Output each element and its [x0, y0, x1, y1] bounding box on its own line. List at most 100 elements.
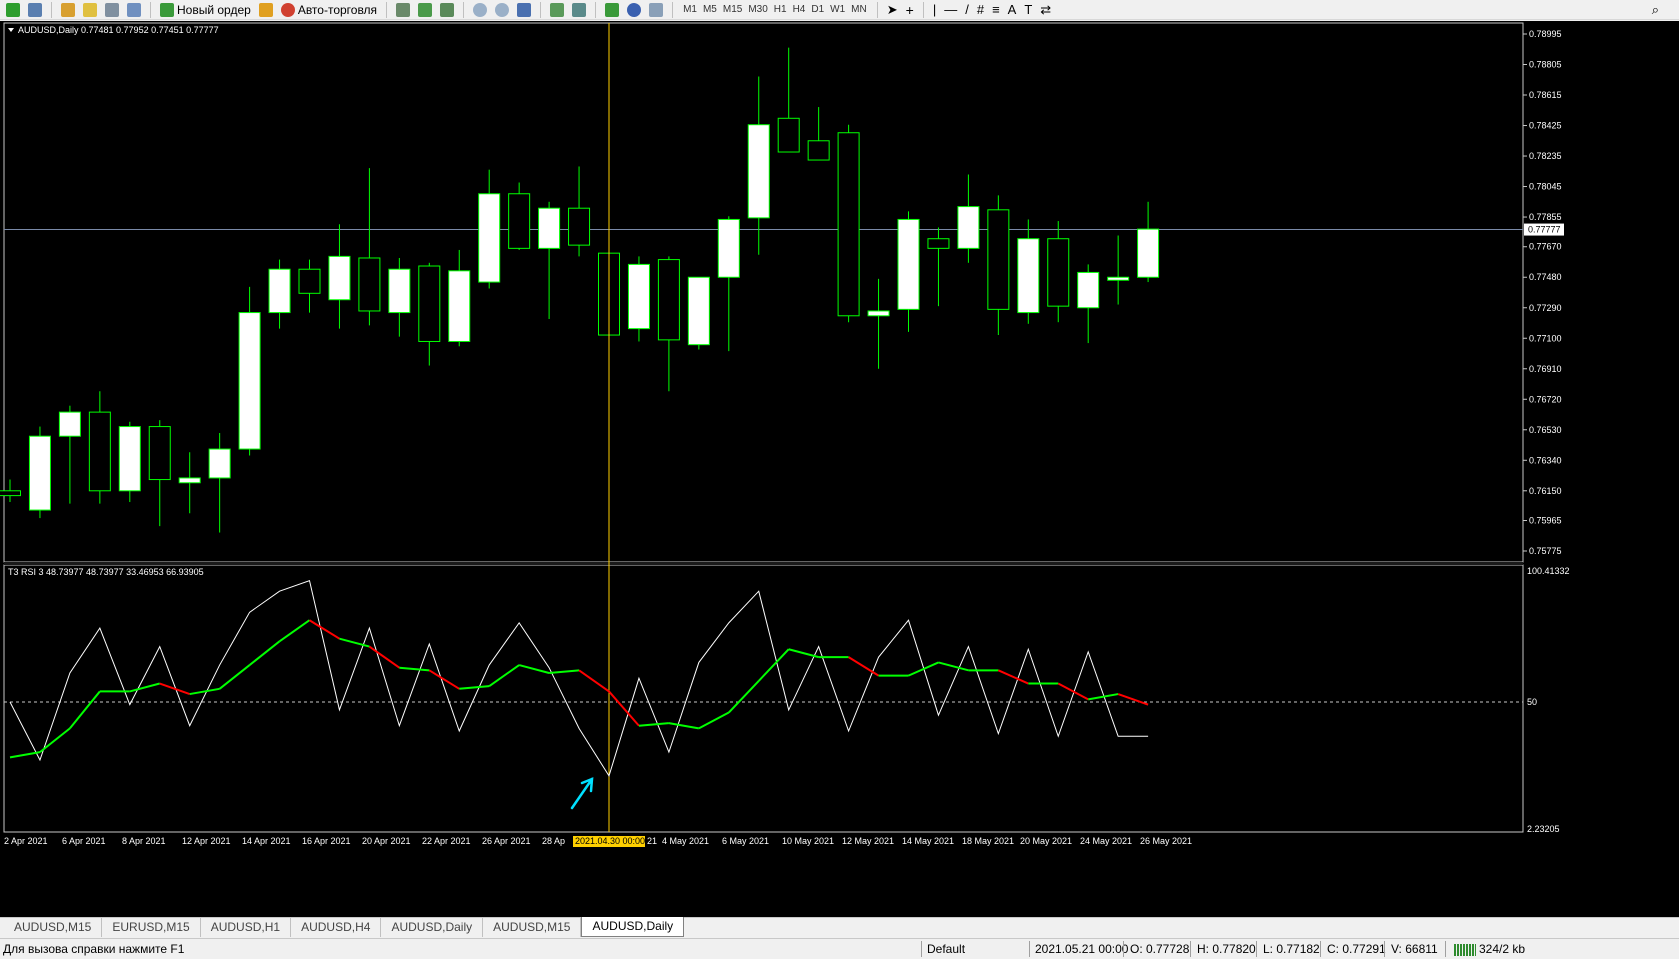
chart-tab[interactable]: AUDUSD,H1 — [201, 918, 292, 937]
search-button[interactable]: ⌕ — [1650, 2, 1661, 18]
chart-tab[interactable]: AUDUSD,Daily — [381, 918, 484, 937]
new-order-button[interactable]: Новый ордер — [158, 2, 253, 18]
date-axis-label: 6 May 2021 — [722, 836, 769, 846]
chart-tab[interactable]: AUDUSD,H4 — [291, 918, 382, 937]
candle-body — [717, 218, 740, 278]
price-pane-border — [3, 22, 1524, 563]
price-tick-label: 0.78425 — [1529, 121, 1562, 131]
timeframe-d1[interactable]: D1 — [808, 4, 827, 15]
chart-tab[interactable]: AUDUSD,Daily — [581, 917, 685, 937]
cursor-button[interactable]: ➤ — [885, 2, 900, 18]
status-high: H: 0.77820 — [1197, 942, 1256, 956]
candle-body — [987, 209, 1010, 310]
line-chart-icon — [440, 2, 455, 17]
timeframe-m5[interactable]: M5 — [700, 4, 720, 15]
timeframe-m15[interactable]: M15 — [720, 4, 745, 15]
rsi-smooth-segment — [608, 690, 640, 727]
rsi-smooth-segment — [668, 722, 700, 730]
candle-body — [897, 218, 920, 310]
rsi-smooth-segment — [549, 669, 580, 674]
timeframe-mn[interactable]: MN — [848, 4, 870, 15]
candle-chart-button[interactable] — [416, 2, 434, 18]
autoscroll-button[interactable] — [548, 2, 566, 18]
date-axis-label: 8 Apr 2021 — [122, 836, 166, 846]
timeframe-w1[interactable]: W1 — [827, 4, 848, 15]
new-chart-icon — [6, 2, 20, 17]
date-axis-label: 12 Apr 2021 — [182, 836, 231, 846]
rsi-smooth-segment — [368, 645, 400, 669]
metaeditor-icon — [258, 2, 273, 17]
price-tick-label: 0.77100 — [1529, 333, 1562, 343]
chart-canvas[interactable]: 0.78995 0.78805 0.78615 0.78425 0.78235 0.780… — [0, 21, 1679, 916]
candle-body — [1017, 238, 1040, 314]
new-chart-button[interactable] — [4, 2, 22, 18]
date-axis-label: 4 May 2021 — [662, 836, 709, 846]
date-axis-label: 24 May 2021 — [1080, 836, 1132, 846]
bar-chart-button[interactable] — [394, 2, 412, 18]
candle-body — [627, 263, 650, 330]
navigator-button[interactable] — [81, 2, 99, 18]
candle-body — [867, 310, 890, 317]
rsi-smooth-segment — [728, 680, 760, 714]
date-axis-label: 22 Apr 2021 — [422, 836, 471, 846]
rsi-smooth-segment — [788, 648, 819, 659]
tile-windows-button[interactable] — [515, 2, 533, 18]
date-axis-label: 14 May 2021 — [902, 836, 954, 846]
main-chart-header: AUDUSD,Daily 0.77481 0.77952 0.77451 0.7… — [18, 25, 219, 35]
market-watch-button[interactable] — [59, 2, 77, 18]
timeframe-h1[interactable]: H1 — [771, 4, 790, 15]
candle-body — [178, 477, 201, 484]
text-label-button[interactable]: T — [1022, 2, 1034, 18]
chart-tab[interactable]: AUDUSD,M15 — [4, 918, 103, 937]
autotrading-button[interactable]: Авто-торговля — [279, 2, 379, 18]
profiles-icon — [28, 2, 42, 17]
candle-body — [957, 206, 980, 249]
line-chart-button[interactable] — [438, 2, 456, 18]
indicators-button[interactable] — [603, 2, 621, 18]
terminal-icon — [105, 2, 119, 17]
zoom-out-icon — [495, 2, 510, 17]
zoom-out-button[interactable] — [493, 2, 511, 18]
candle-body — [508, 193, 531, 249]
rsi-smooth-segment — [39, 727, 71, 753]
timeframe-m1[interactable]: M1 — [680, 4, 700, 15]
candle-body — [1047, 238, 1070, 307]
candle-body — [927, 238, 950, 249]
status-help: Для вызова справки нажмите F1 — [3, 942, 185, 956]
chart-tab[interactable]: EURUSD,M15 — [102, 918, 201, 937]
zoom-in-button[interactable] — [471, 2, 489, 18]
candle-body — [478, 193, 501, 283]
status-low: L: 0.77182 — [1263, 942, 1320, 956]
horizontal-line-button[interactable]: — — [942, 2, 959, 18]
rsi-smooth-segment — [938, 661, 969, 672]
autotrading-label: Авто-торговля — [297, 2, 378, 17]
crosshair-date-label: 2021.04.30 00:00 — [575, 836, 645, 846]
rsi-smooth-segment — [638, 722, 669, 727]
arrows-button[interactable]: ⇄ — [1038, 2, 1053, 18]
price-tick-label: 0.78615 — [1529, 90, 1562, 100]
vertical-line-button[interactable]: | — [931, 2, 938, 18]
metaeditor-button[interactable] — [257, 2, 275, 18]
date-axis-label: 10 May 2021 — [782, 836, 834, 846]
price-tick-label: 0.77480 — [1529, 272, 1562, 282]
rsi-smooth-segment — [848, 656, 880, 677]
profiles-button[interactable] — [26, 2, 44, 18]
date-axis-label: 2 Apr 2021 — [4, 836, 48, 846]
chart-shift-button[interactable] — [570, 2, 588, 18]
timeframe-h4[interactable]: H4 — [790, 4, 809, 15]
text-button[interactable]: A — [1006, 2, 1019, 18]
periods-button[interactable] — [625, 2, 643, 18]
trendline-button[interactable]: / — [963, 2, 971, 18]
fibonacci-button[interactable]: ≡ — [990, 2, 1002, 18]
rsi-smooth-segment — [219, 664, 251, 690]
chart-tab[interactable]: AUDUSD,M15 — [483, 918, 582, 937]
price-tick-label: 0.78045 — [1529, 182, 1562, 192]
candle-body — [568, 207, 591, 246]
templates-button[interactable] — [647, 2, 665, 18]
tester-button[interactable] — [125, 2, 143, 18]
terminal-button[interactable] — [103, 2, 121, 18]
channel-button[interactable]: # — [975, 2, 986, 18]
chart-window[interactable]: 0.78995 0.78805 0.78615 0.78425 0.78235 0.780… — [0, 21, 1679, 926]
timeframe-m30[interactable]: M30 — [745, 4, 770, 15]
crosshair-button[interactable]: + — [904, 2, 916, 18]
